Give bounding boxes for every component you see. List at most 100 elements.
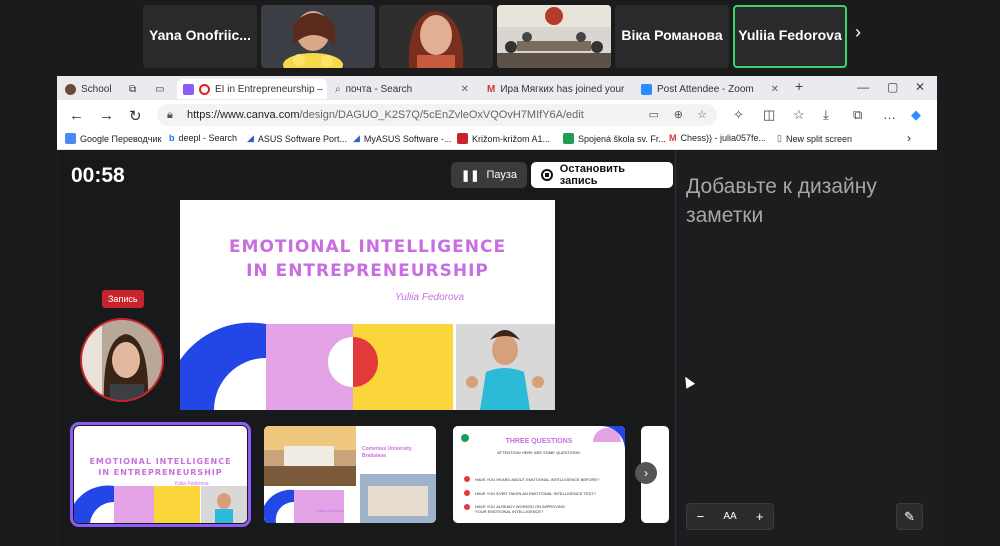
tab-label: почта - Search — [345, 83, 413, 95]
participant-photo — [497, 5, 611, 68]
tab-bar: School ⧉ ▭ EI in Entrepreneurship – ✕ ⌕ … — [57, 76, 937, 100]
close-icon[interactable]: ✕ — [461, 84, 469, 95]
edit-icon[interactable]: ✎ — [896, 503, 923, 530]
bookmark-item[interactable]: M Chess)) - julia057fe... — [669, 133, 766, 143]
thumb-question: HAVE YOU EVER TAKEN AN EMOTIONAL INTELLI… — [475, 491, 596, 496]
pause-label: Пауза — [486, 169, 517, 181]
downloads-icon[interactable]: ⤓ — [823, 107, 829, 123]
bookmark-label: Spojená škola sv. Fr... — [578, 133, 666, 144]
recording-icon — [183, 83, 194, 95]
chevron-right-icon[interactable]: › — [907, 131, 911, 145]
record-dot-icon — [199, 83, 210, 95]
collections-icon[interactable]: ⧉ — [853, 107, 862, 123]
thumbnails-next-button[interactable]: › — [635, 462, 657, 484]
bookmark-item[interactable]: b deepl - Search — [169, 133, 237, 143]
asus-icon: ◢ — [247, 133, 254, 143]
favorite-icon[interactable]: ☆ — [697, 104, 707, 126]
zoom-search-icon[interactable]: ⊕ — [674, 104, 683, 126]
favorites-icon[interactable]: ☆ — [793, 107, 805, 123]
bookmark-item[interactable]: Spojená škola sv. Fr... — [563, 133, 666, 144]
new-tab-button[interactable]: + — [795, 78, 803, 94]
tab-actions-icon[interactable]: ▭ — [149, 79, 165, 99]
font-size-button[interactable]: AA — [723, 511, 736, 522]
uk-icon — [457, 133, 468, 144]
minimize-icon[interactable]: — — [857, 80, 869, 94]
school-icon — [563, 133, 574, 144]
gmail-icon: M — [669, 133, 677, 143]
participant-name: Yuliia Fedorova — [738, 27, 842, 43]
bookmark-label: ASUS Software Port... — [257, 133, 347, 144]
thumb-graphics — [264, 426, 436, 523]
presenter-video — [82, 320, 162, 400]
thumbnail-slide-2[interactable]: Comenius University Bratislava Yuliia Fe… — [264, 426, 436, 523]
thumbnail-slide-3[interactable]: THREE QUESTIONS ATTENTION! HERE ARE SOME… — [453, 426, 625, 523]
bookmark-label: Chess)) - julia057fe... — [680, 133, 767, 143]
canva-presenter: 00:58 ❚❚ Пауза Остановить запись Запись — [57, 150, 937, 546]
stop-recording-button[interactable]: Остановить запись — [531, 162, 673, 188]
tab-label: EI in Entrepreneurship – — [215, 83, 323, 95]
close-icon[interactable]: ✕ — [629, 84, 631, 95]
bookmark-item[interactable]: ▯ New split screen — [777, 133, 852, 144]
profile-button[interactable]: School — [59, 79, 115, 99]
chevron-right-icon[interactable]: › — [855, 22, 861, 43]
notes-placeholder[interactable]: Добавьте к дизайну заметки — [686, 172, 921, 230]
bookmark-item[interactable]: Križom-križom A1... — [457, 133, 550, 144]
recording-pane: 00:58 ❚❚ Пауза Остановить запись Запись — [59, 150, 673, 546]
url-field[interactable]: 🔒︎ https://www.canva.com/design/DAGUO_K2… — [157, 104, 717, 126]
bookmark-item[interactable]: ◢ ASUS Software Port... — [247, 133, 347, 144]
media-icon[interactable]: ▭ — [649, 104, 659, 126]
zoom-in-button[interactable]: + — [756, 509, 764, 524]
notes-pane: Добавьте к дизайну заметки − AA + ✎ — [675, 150, 937, 546]
tab-label: Ира Мягких has joined your — [500, 83, 625, 95]
search-icon: ⌕ — [335, 83, 341, 95]
slide-thumbnails: EMOTIONAL INTELLIGENCE IN ENTREPRENEURSH… — [69, 422, 669, 527]
bing-icon: b — [169, 133, 175, 143]
close-window-icon[interactable]: ✕ — [915, 80, 925, 94]
tab-zoom[interactable]: Post Attendee - Zoom ✕ — [635, 79, 785, 99]
split-screen-icon[interactable]: ◫ — [763, 107, 775, 123]
thumb-subtitle: ATTENTION! HERE ARE SOME QUESTIONS: — [497, 450, 581, 455]
maximize-icon[interactable]: ▢ — [887, 80, 898, 94]
copilot-icon[interactable]: ◆ — [911, 107, 921, 123]
bookmark-label: deepl - Search — [178, 133, 238, 143]
thumbnail-slide-1[interactable]: EMOTIONAL INTELLIGENCE IN ENTREPRENEURSH… — [70, 422, 251, 527]
thumb-question: HAVE YOU HEARD ABOUT EMOTIONAL INTELLIGE… — [475, 477, 600, 482]
url-host: https://www.canva.com — [187, 109, 300, 121]
refresh-icon[interactable]: ↻ — [129, 107, 142, 125]
camera-bubble[interactable] — [80, 318, 164, 402]
forward-icon[interactable]: → — [99, 107, 114, 124]
thumb-question: HAVE YOU ALREADY WORKED ON IMPROVING YOU… — [475, 504, 566, 514]
participant-tile-active[interactable]: Yuliia Fedorova — [733, 5, 847, 68]
bookmark-label: New split screen — [785, 133, 852, 144]
participant-tile[interactable]: Віка Романова — [615, 5, 729, 68]
bookmarks-bar: Google Переводчик b deepl - Search ◢ ASUS … — [57, 130, 937, 150]
stop-label: Остановить запись — [559, 163, 626, 187]
more-icon[interactable]: … — [883, 107, 896, 122]
extensions-icon[interactable]: ✧ — [733, 107, 744, 123]
back-icon[interactable]: ← — [69, 107, 84, 124]
thumb-author: Yuliia Fedorova — [316, 508, 344, 513]
bookmark-item[interactable]: Google Переводчик — [65, 133, 161, 144]
url-path: /design/DAGUO_K2S7Q/5cEnZvleOxVQOvH7MIfY… — [299, 109, 584, 121]
workspaces-icon[interactable]: ⧉ — [123, 79, 139, 99]
tab-mail-search[interactable]: ⌕ почта - Search ✕ — [329, 79, 475, 99]
recording-timer: 00:58 — [71, 164, 125, 187]
page-icon: ▯ — [777, 133, 782, 143]
thumb-title: THREE QUESTIONS — [505, 438, 573, 445]
tab-gmail[interactable]: M Ира Мягких has joined your ✕ — [481, 79, 631, 99]
participant-tile[interactable]: Yana Onofriic... — [143, 5, 257, 68]
pause-button[interactable]: ❚❚ Пауза — [451, 162, 527, 188]
browser-window: School ⧉ ▭ EI in Entrepreneurship – ✕ ⌕ … — [57, 76, 937, 546]
participant-tile[interactable] — [379, 5, 493, 68]
thumb-title: Comenius University Bratislava — [362, 446, 412, 459]
participant-tile[interactable] — [497, 5, 611, 68]
gmail-icon: M — [487, 83, 496, 95]
zoom-out-button[interactable]: − — [697, 509, 705, 524]
asus-icon: ◢ — [353, 133, 360, 143]
tab-canva[interactable]: EI in Entrepreneurship – ✕ — [177, 79, 327, 99]
bookmark-item[interactable]: ◢ MyASUS Software -... — [353, 133, 451, 144]
participant-tile[interactable] — [261, 5, 375, 68]
close-icon[interactable]: ✕ — [771, 84, 779, 95]
tab-label: Post Attendee - Zoom — [657, 83, 754, 95]
lock-icon: 🔒︎ — [167, 109, 173, 121]
